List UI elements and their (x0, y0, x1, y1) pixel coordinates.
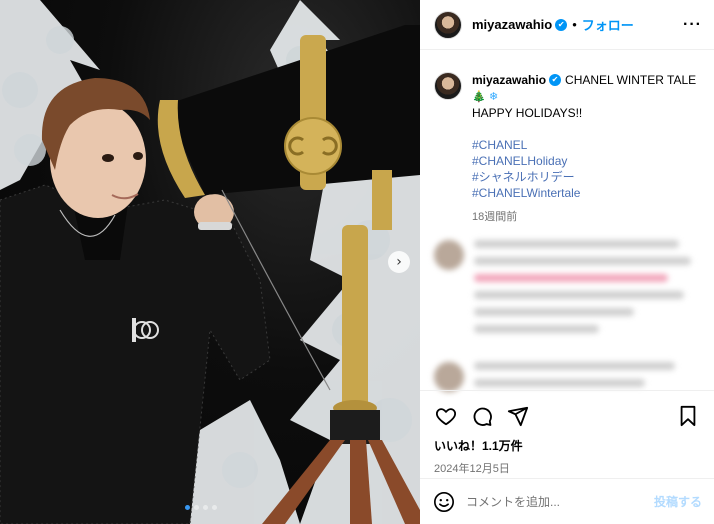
post-side-panel: miyazawahio ✔ • フォロー ··· miyazawahio ✔ C… (420, 0, 714, 524)
avatar[interactable] (434, 10, 462, 39)
verified-badge-icon: ✔ (549, 74, 562, 86)
username-link[interactable]: miyazawahio (472, 17, 552, 32)
follow-button[interactable]: フォロー (582, 15, 634, 34)
bookmark-icon[interactable] (676, 404, 700, 428)
comment-input[interactable] (466, 494, 654, 509)
hashtag-link[interactable]: #CHANELHoliday (472, 153, 700, 169)
post-photo[interactable]: › (0, 0, 420, 524)
separator: • (572, 17, 577, 32)
carousel-dot (185, 505, 190, 510)
hashtag-link[interactable]: #シャネルホリデー (472, 169, 700, 185)
caption-timestamp[interactable]: 18週間前 (472, 209, 700, 225)
verified-badge-icon: ✔ (555, 18, 568, 31)
carousel-indicator (185, 505, 217, 510)
hashtag-link[interactable]: #CHANEL (472, 137, 700, 153)
likes-count[interactable]: いいね！1.1万件 (420, 431, 714, 454)
caption-title: CHANEL WINTER TALE (565, 73, 697, 87)
comment-icon[interactable] (470, 404, 494, 428)
carousel-dot (212, 505, 217, 510)
post-actions: いいね！1.1万件 2024年12月5日 (420, 390, 714, 476)
share-icon[interactable] (506, 404, 530, 428)
caption-username[interactable]: miyazawahio (472, 72, 546, 88)
caption-avatar[interactable] (434, 72, 462, 100)
post-caption: miyazawahio ✔ CHANEL WINTER TALE 🎄 ❄ HAP… (420, 50, 714, 225)
snowflake-icon: ❄ (489, 90, 499, 103)
heart-icon[interactable] (434, 404, 458, 428)
post-header: miyazawahio ✔ • フォロー ··· (420, 0, 714, 50)
post-date: 2024年12月5日 (434, 463, 510, 475)
carousel-dot (194, 505, 199, 510)
more-horizontal-icon[interactable]: ··· (683, 16, 702, 34)
post-comment-button[interactable]: 投稿する (654, 493, 702, 510)
emoji-icon[interactable] (432, 490, 456, 514)
photo-illustration (0, 0, 420, 524)
caption-line: HAPPY HOLIDAYS!! (472, 106, 583, 120)
hashtag-link[interactable]: #CHANELWintertale (472, 185, 700, 201)
carousel-next-button[interactable]: › (388, 251, 410, 273)
comment-item (434, 240, 702, 342)
carousel-dot (203, 505, 208, 510)
comment-bar: 投稿する (420, 478, 714, 524)
christmas-tree-icon: 🎄 (472, 90, 486, 103)
